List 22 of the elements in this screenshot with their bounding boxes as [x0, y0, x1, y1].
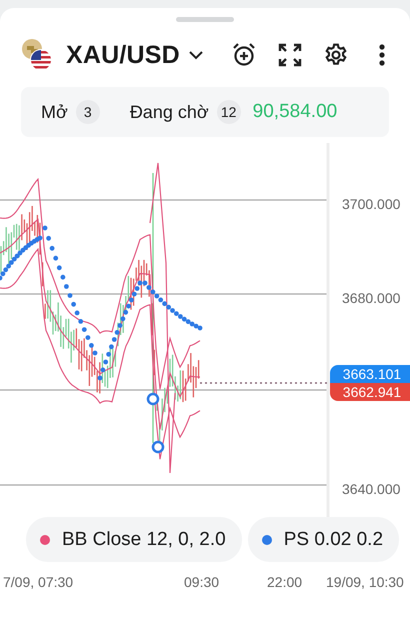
- count-badge: 12: [216, 100, 241, 124]
- price-tag: 3662.941: [330, 383, 410, 401]
- axis-label: 22:00: [267, 574, 302, 590]
- chevron-down-icon[interactable]: [188, 50, 204, 60]
- price-tag: 3663.101: [330, 365, 410, 383]
- fullscreen-icon[interactable]: [276, 41, 304, 69]
- axis-label: 09:30: [184, 574, 220, 590]
- indicator-chip[interactable]: PS 0.02 0.2: [248, 517, 400, 562]
- axis-label: 3680.000: [342, 290, 400, 306]
- status-label[interactable]: Đang chờ: [130, 102, 209, 122]
- signal-marker: [152, 440, 164, 454]
- axis-label: 7/09, 07:30: [3, 574, 74, 590]
- drag-handle[interactable]: [176, 17, 234, 22]
- signal-marker: [146, 392, 160, 406]
- indicator-chip[interactable]: BB Close 12, 0, 2.0: [26, 517, 242, 562]
- axis-label: 3640.000: [342, 481, 400, 497]
- status-label[interactable]: Mở: [41, 102, 68, 122]
- symbol-title[interactable]: XAU/USD: [66, 40, 180, 70]
- count-badge: 3: [76, 100, 100, 124]
- balance-value: 90,584.00: [252, 101, 338, 123]
- axis-label: 3700.000: [342, 196, 400, 212]
- axis-label: 19/09, 10:30: [326, 574, 404, 590]
